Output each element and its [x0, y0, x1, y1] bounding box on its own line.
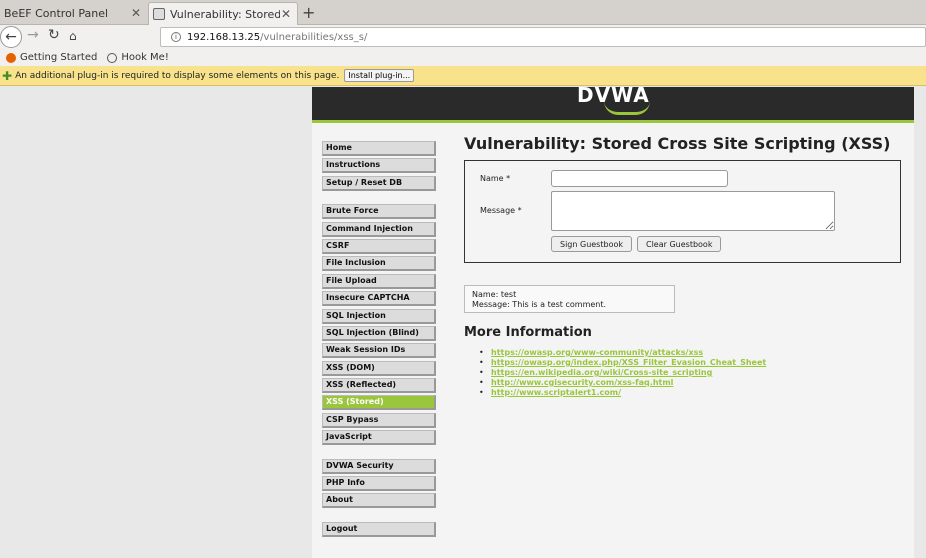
- menu-separator: [322, 193, 436, 204]
- forward-arrow-icon[interactable]: →: [27, 27, 39, 43]
- tab-beef-control-panel[interactable]: BeEF Control Panel ✕: [0, 2, 147, 25]
- link-cgisecurity[interactable]: http://www.cgisecurity.com/xss-faq.html: [491, 378, 673, 387]
- url-host: 192.168.13.25: [187, 31, 261, 43]
- name-input[interactable]: [551, 170, 728, 187]
- guestbook-entry: Name: test Message: This is a test comme…: [464, 285, 675, 313]
- menu-separator: [322, 511, 436, 522]
- tab-label: Vulnerability: Stored Cross Site Scripti…: [170, 7, 280, 21]
- bookmark-label: Hook Me!: [121, 52, 169, 63]
- more-info-links: https://owasp.org/www-community/attacks/…: [479, 348, 766, 398]
- menu-item-file-inclusion[interactable]: File Inclusion: [322, 256, 436, 272]
- dvwa-header: DVWA: [312, 83, 914, 123]
- back-arrow-icon[interactable]: ←: [0, 26, 22, 48]
- logo-swoosh-icon: [604, 101, 650, 115]
- tab-stored-xss[interactable]: Vulnerability: Stored Cross Site Scripti…: [148, 2, 298, 25]
- sign-guestbook-button[interactable]: Sign Guestbook: [551, 236, 632, 252]
- bookmarks-toolbar: Getting Started Hook Me!: [0, 49, 926, 66]
- url-path: /vulnerabilities/xss_s/: [260, 31, 368, 43]
- message-textarea[interactable]: [551, 191, 835, 231]
- link-owasp-cheatsheet[interactable]: https://owasp.org/index.php/XSS_Filter_E…: [491, 358, 766, 367]
- menu-item-home[interactable]: Home: [322, 141, 436, 156]
- menu-item-about[interactable]: About: [322, 493, 436, 509]
- more-info-heading: More Information: [464, 325, 592, 340]
- menu-item-xss-reflected[interactable]: XSS (Reflected): [322, 378, 436, 394]
- entry-message: Message: This is a test comment.: [472, 300, 607, 309]
- message-label: Message *: [480, 206, 522, 215]
- list-item: http://www.cgisecurity.com/xss-faq.html: [479, 378, 766, 388]
- list-item: http://www.scriptalert1.com/: [479, 388, 766, 398]
- browser-nav-bar: ← → ↻ ⌂ i 192.168.13.25/vulnerabilities/…: [0, 25, 926, 49]
- menu-item-csrf[interactable]: CSRF: [322, 238, 436, 254]
- tab-label: BeEF Control Panel: [4, 7, 109, 20]
- menu-item-brute-force[interactable]: Brute Force: [322, 204, 436, 220]
- bookmark-getting-started[interactable]: Getting Started: [6, 52, 97, 63]
- address-bar[interactable]: i 192.168.13.25/vulnerabilities/xss_s/: [160, 27, 926, 47]
- plugin-message: An additional plug-in is required to dis…: [15, 70, 340, 81]
- globe-icon: [107, 52, 118, 63]
- menu-item-javascript[interactable]: JavaScript: [322, 430, 436, 446]
- menu-item-weak-session-ids[interactable]: Weak Session IDs: [322, 343, 436, 359]
- puzzle-piece-icon: ✚: [2, 68, 13, 83]
- menu-item-sql-injection-blind[interactable]: SQL Injection (Blind): [322, 325, 436, 341]
- browser-tab-bar: BeEF Control Panel ✕ Vulnerability: Stor…: [0, 0, 926, 25]
- new-tab-icon[interactable]: +: [302, 3, 315, 22]
- firefox-icon: [6, 52, 16, 63]
- close-icon[interactable]: ✕: [281, 7, 291, 21]
- menu-separator: [322, 448, 436, 459]
- menu-item-sql-injection[interactable]: SQL Injection: [322, 308, 436, 324]
- dvwa-page: DVWA Home Instructions Setup / Reset DB Bru…: [312, 83, 914, 558]
- menu-item-setup-reset-db[interactable]: Setup / Reset DB: [322, 175, 436, 191]
- page-viewport: DVWA Home Instructions Setup / Reset DB Bru…: [0, 83, 926, 558]
- reload-icon[interactable]: ↻: [48, 27, 60, 43]
- menu-item-command-injection[interactable]: Command Injection: [322, 221, 436, 237]
- menu-item-dvwa-security[interactable]: DVWA Security: [322, 458, 436, 474]
- list-item: https://owasp.org/www-community/attacks/…: [479, 348, 766, 358]
- menu-item-php-info[interactable]: PHP Info: [322, 476, 436, 492]
- menu-item-xss-stored[interactable]: XSS (Stored): [322, 395, 436, 411]
- close-icon[interactable]: ✕: [131, 6, 141, 20]
- install-plugin-button[interactable]: Install plug-in...: [344, 69, 415, 82]
- list-item: https://owasp.org/index.php/XSS_Filter_E…: [479, 358, 766, 368]
- menu-item-csp-bypass[interactable]: CSP Bypass: [322, 412, 436, 428]
- page-favicon-icon: [153, 8, 165, 20]
- name-label: Name *: [480, 174, 511, 183]
- page-title: Vulnerability: Stored Cross Site Scripti…: [464, 134, 891, 153]
- home-icon[interactable]: ⌂: [69, 29, 77, 43]
- menu-item-file-upload[interactable]: File Upload: [322, 273, 436, 289]
- bookmark-hook-me[interactable]: Hook Me!: [107, 52, 169, 63]
- link-scriptalert1[interactable]: http://www.scriptalert1.com/: [491, 388, 621, 397]
- link-owasp-xss[interactable]: https://owasp.org/www-community/attacks/…: [491, 348, 703, 357]
- link-wikipedia-xss[interactable]: https://en.wikipedia.org/wiki/Cross-site…: [491, 368, 712, 377]
- menu-item-logout[interactable]: Logout: [322, 521, 436, 537]
- guestbook-form: Name * Message * Sign Guestbook Clear Gu…: [464, 160, 901, 263]
- menu-item-instructions[interactable]: Instructions: [322, 158, 436, 174]
- info-icon[interactable]: i: [171, 32, 181, 42]
- menu-item-insecure-captcha[interactable]: Insecure CAPTCHA: [322, 291, 436, 307]
- list-item: https://en.wikipedia.org/wiki/Cross-site…: [479, 368, 766, 378]
- dvwa-menu: Home Instructions Setup / Reset DB Brute Fo…: [322, 141, 436, 539]
- clear-guestbook-button[interactable]: Clear Guestbook: [637, 236, 722, 252]
- bookmark-label: Getting Started: [20, 52, 98, 63]
- entry-name: Name: test: [472, 290, 517, 299]
- plugin-notification-bar: ✚ An additional plug-in is required to d…: [0, 66, 926, 86]
- menu-item-xss-dom[interactable]: XSS (DOM): [322, 360, 436, 376]
